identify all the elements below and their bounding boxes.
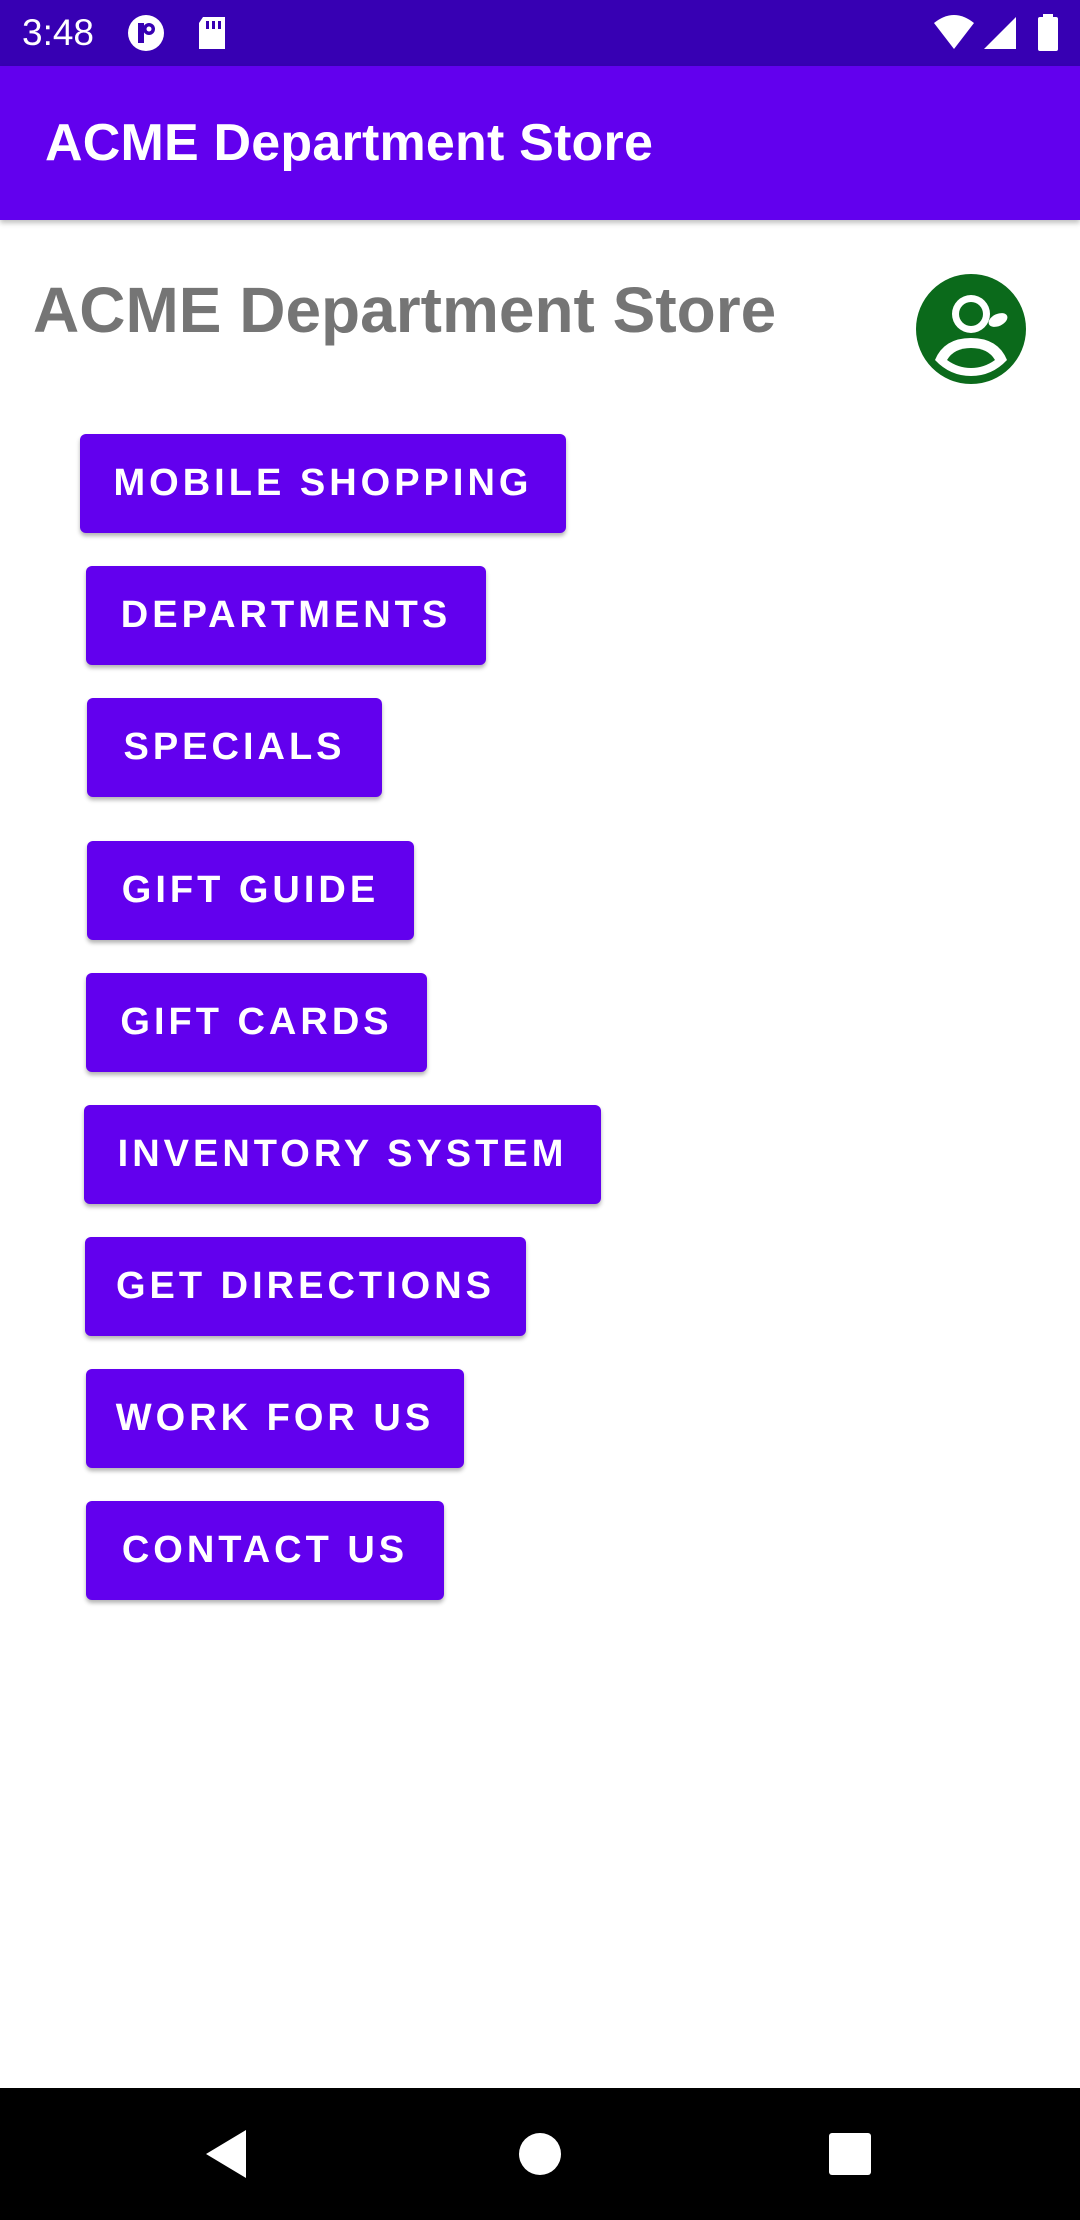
home-icon[interactable] xyxy=(510,2124,570,2184)
status-bar: 3:48 xyxy=(0,0,1080,66)
mobile-shopping-button[interactable]: MOBILE SHOPPING xyxy=(80,434,566,533)
status-time: 3:48 xyxy=(22,12,95,53)
screen: 3:48 ACME Department Store ACME Departme… xyxy=(0,0,1080,2220)
cell-signal-icon xyxy=(980,13,1020,53)
vpn-key-icon xyxy=(126,13,166,53)
sd-card-icon xyxy=(192,13,232,53)
contact-us-button[interactable]: CONTACT US xyxy=(86,1501,444,1600)
get-directions-button[interactable]: GET DIRECTIONS xyxy=(85,1237,526,1336)
work-for-us-button[interactable]: WORK FOR US xyxy=(86,1369,464,1468)
system-nav-bar xyxy=(0,2088,1080,2220)
departments-button[interactable]: DEPARTMENTS xyxy=(86,566,486,665)
inventory-system-button[interactable]: INVENTORY SYSTEM xyxy=(84,1105,601,1204)
page-title: ACME Department Store xyxy=(33,274,777,346)
account-circle-icon[interactable] xyxy=(914,272,1028,386)
back-icon[interactable] xyxy=(196,2124,256,2184)
wifi-icon xyxy=(932,13,976,53)
battery-icon xyxy=(1036,13,1060,53)
gift-guide-button[interactable]: GIFT GUIDE xyxy=(87,841,414,940)
app-bar: ACME Department Store xyxy=(0,66,1080,220)
gift-cards-button[interactable]: GIFT CARDS xyxy=(86,973,427,1072)
app-bar-title: ACME Department Store xyxy=(45,114,654,172)
specials-button[interactable]: SPECIALS xyxy=(87,698,382,797)
recents-icon[interactable] xyxy=(820,2124,880,2184)
